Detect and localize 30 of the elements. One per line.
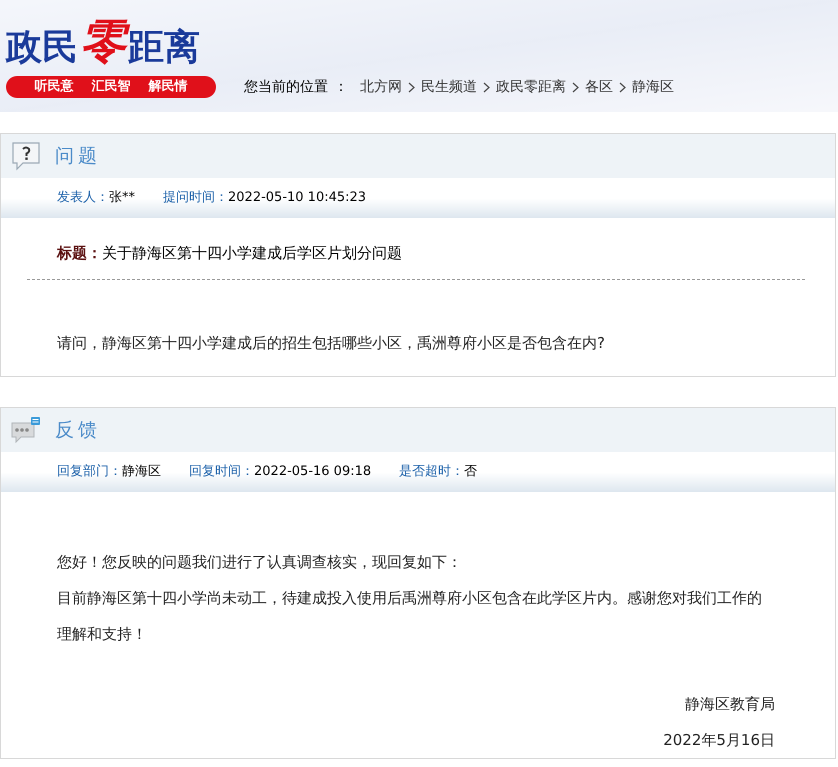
reply-text: 目前静海区第十四小学尚未动工，待建成投入使用后禹洲尊府小区包含在此学区片内。感谢您对我们工作的理解和支持！ bbox=[57, 588, 763, 645]
meta-field: 回复部门：静海区 bbox=[57, 462, 161, 482]
breadcrumb-colon: ： bbox=[334, 78, 348, 96]
breadcrumb-link[interactable]: 政民零距离 bbox=[496, 76, 566, 98]
question-text: 请问，静海区第十四小学建成后的招生包括哪些小区，禹洲尊府小区是否包含在内? bbox=[56, 332, 606, 354]
slogan-text: 汇民智 bbox=[92, 78, 130, 96]
meta-field: 提问时间：2022-05-10 10:45:23 bbox=[163, 188, 366, 208]
meta-field: 是否超时：否 bbox=[399, 462, 478, 482]
breadcrumb-label: 您当前的位置 bbox=[244, 78, 328, 96]
chat-bubble-icon bbox=[11, 415, 41, 445]
reply-date: 2022年5月16日 bbox=[662, 730, 775, 751]
chevron-icon bbox=[408, 82, 415, 92]
question-bubble-icon bbox=[11, 141, 41, 171]
chevron-icon bbox=[619, 82, 626, 92]
reply-signature: 静海区教育局 bbox=[684, 694, 775, 715]
reply-text: 您好！您反映的问题我们进行了认真调查核实，现回复如下： bbox=[57, 552, 463, 573]
breadcrumb-link[interactable]: 各区 bbox=[585, 76, 613, 98]
chevron-icon bbox=[572, 82, 579, 92]
meta-field: 回复时间：2022-05-16 09:18 bbox=[189, 462, 372, 482]
slogan-text: 解民情 bbox=[148, 78, 188, 96]
breadcrumb-link[interactable]: 北方网 bbox=[360, 76, 402, 98]
meta-field: 发表人：张** bbox=[57, 188, 135, 208]
chevron-icon bbox=[483, 82, 490, 92]
question-title: 标题：关于静海区第十四小学建成后学区片划分问题 bbox=[27, 242, 805, 280]
slogan-text: 听民意 bbox=[34, 78, 74, 96]
section-title: 反馈 bbox=[55, 418, 101, 443]
breadcrumb-link[interactable]: 民生频道 bbox=[421, 76, 477, 98]
breadcrumb-link[interactable]: 静海区 bbox=[632, 76, 674, 98]
section-title: 问题 bbox=[55, 144, 101, 169]
site-logo[interactable]: 政民 零距离 bbox=[6, 12, 216, 70]
